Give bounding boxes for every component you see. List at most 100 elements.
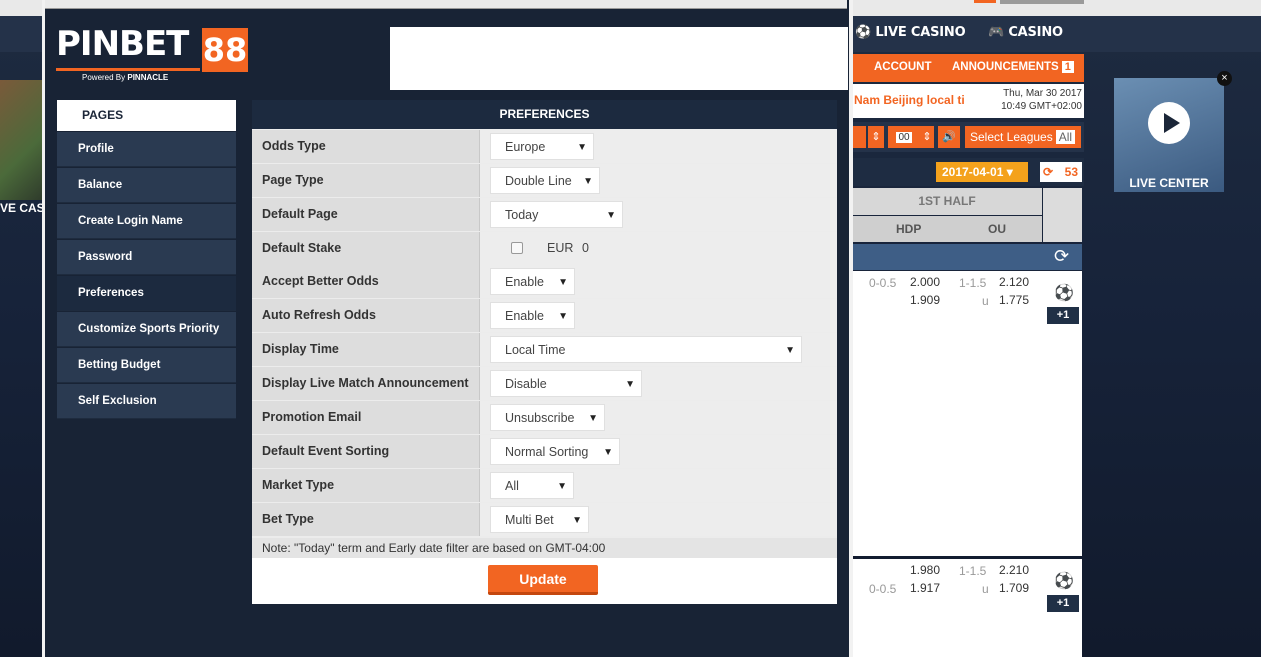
nav-casino[interactable]: 🎮 CASINO	[988, 25, 1063, 40]
gamepad-icon: 🎮	[988, 25, 1009, 40]
default-event-sorting-select[interactable]: Normal Sorting ▼	[490, 438, 620, 465]
select-value: Normal Sorting	[505, 445, 589, 459]
play-icon[interactable]	[1148, 102, 1190, 144]
strip-grey-button[interactable]	[1000, 0, 1084, 4]
announcements-label: ANNOUNCEMENTS	[952, 61, 1059, 73]
promotion-email-select[interactable]: Unsubscribe ▼	[490, 404, 605, 431]
more-markets-button[interactable]: +1	[1047, 595, 1079, 612]
filter-left-button[interactable]	[852, 126, 866, 148]
news-ticker[interactable]: Nam Beijing local ti	[854, 93, 974, 107]
date-filter-note: Note: "Today" term and Early date filter…	[252, 538, 837, 558]
default-stake-checkbox[interactable]	[511, 242, 523, 254]
ou-under-label: u	[982, 294, 989, 308]
strip-orange-button[interactable]	[974, 0, 996, 3]
sort-stepper[interactable]: ⇕	[868, 126, 884, 148]
pref-label: Default Page	[252, 198, 480, 231]
hdp-line: 0-0.5	[869, 276, 897, 290]
bet-type-select[interactable]: Multi Bet ▼	[490, 506, 589, 533]
hdp-odds-home[interactable]: 2.000	[910, 275, 940, 289]
sidebar-item-create-login-name[interactable]: Create Login Name	[57, 204, 236, 239]
header-side-cell	[1043, 188, 1082, 242]
chevron-down-icon: ▼	[557, 481, 567, 492]
auto-refresh-odds-select[interactable]: Enable ▼	[490, 302, 575, 329]
stake-value: 0	[582, 241, 589, 255]
date-dropdown[interactable]: 2017-04-01 ▾	[936, 162, 1028, 182]
chevron-down-icon: ▼	[785, 345, 795, 356]
sidebar-item-profile[interactable]: Profile	[57, 132, 236, 167]
live-casino-thumbnail-label: VE CASI	[0, 201, 49, 215]
pref-row-promotion-email: Promotion Email Unsubscribe ▼	[252, 401, 837, 434]
pref-label: Default Stake	[252, 232, 480, 265]
sidebar-item-customize-sports-priority[interactable]: Customize Sports Priority	[57, 312, 236, 347]
league-bar	[852, 244, 1082, 270]
page-type-select[interactable]: Double Line ▼	[490, 167, 600, 194]
ou-odds-over[interactable]: 2.210	[999, 563, 1029, 577]
pref-row-default-stake: Default Stake EUR 0	[252, 232, 837, 265]
pref-row-display-live-match-announcement: Display Live Match Announcement Disable ▼	[252, 367, 837, 400]
logo: PINBET	[56, 24, 189, 64]
logo-underline	[56, 68, 200, 71]
ou-odds-over[interactable]: 2.120	[999, 275, 1029, 289]
pref-label: Bet Type	[252, 503, 480, 536]
chevron-down-icon: ▾	[1006, 165, 1013, 179]
refresh-icon: ⟳	[1043, 165, 1054, 179]
pref-row-default-page: Default Page Today ▼	[252, 198, 837, 231]
sidebar-item-betting-budget[interactable]: Betting Budget	[57, 348, 236, 383]
close-icon[interactable]: ×	[1217, 71, 1232, 86]
stake-stepper[interactable]: 00	[888, 126, 920, 148]
football-icon: ⚽	[1054, 573, 1074, 590]
hdp-odds-away[interactable]: 1.917	[910, 581, 940, 595]
odds-type-select[interactable]: Europe ▼	[490, 133, 594, 160]
pref-label: Display Live Match Announcement	[252, 367, 480, 400]
display-time-select[interactable]: Local Time ▼	[490, 336, 802, 363]
ou-header: OU	[988, 222, 1006, 236]
stake-currency: EUR	[547, 241, 574, 255]
sound-icon[interactable]: 🔊	[938, 126, 960, 148]
more-markets-button[interactable]: +1	[1047, 307, 1079, 324]
announcements-badge: 1	[1061, 61, 1074, 73]
pref-row-odds-type: Odds Type Europe ▼	[252, 130, 837, 163]
clock: Thu, Mar 30 2017 10:49 GMT+02:00	[992, 87, 1082, 113]
hdp-odds-away[interactable]: 1.909	[910, 293, 940, 307]
clock-date: Thu, Mar 30 2017	[1003, 88, 1082, 99]
sidebar-item-balance[interactable]: Balance	[57, 168, 236, 203]
logo-subtitle: Powered By PINNACLE	[82, 73, 168, 82]
live-center-widget[interactable]	[1114, 78, 1224, 192]
hdp-line: 0-0.5	[869, 582, 897, 596]
ou-under-label: u	[982, 582, 989, 596]
stake-mini-value: 00	[896, 132, 912, 143]
nav-casino-label: CASINO	[1008, 25, 1063, 40]
refresh-icon[interactable]: ⟳	[1054, 246, 1069, 267]
select-value: Multi Bet	[505, 513, 554, 527]
pref-label: Page Type	[252, 164, 480, 197]
pages-sidebar: PAGES Profile Balance Create Login Name …	[57, 100, 236, 420]
sidebar-item-password[interactable]: Password	[57, 240, 236, 275]
account-button[interactable]: ACCOUNT	[874, 61, 932, 73]
update-area: Update	[252, 558, 837, 604]
stake-stepper-arrows[interactable]: ⇕	[920, 126, 934, 148]
chevron-down-icon: ▼	[572, 515, 582, 526]
ou-odds-under[interactable]: 1.775	[999, 293, 1029, 307]
sidebar-item-preferences[interactable]: Preferences	[57, 276, 236, 311]
select-leagues-button[interactable]: Select Leagues All	[965, 126, 1081, 148]
refresh-count-button[interactable]: ⟳ 53	[1040, 162, 1082, 182]
announcements-button[interactable]: ANNOUNCEMENTS 1	[952, 61, 1074, 73]
update-button[interactable]: Update	[488, 565, 598, 595]
pref-row-market-type: Market Type All ▼	[252, 469, 837, 502]
logo-number: 88	[202, 28, 248, 72]
default-page-select[interactable]: Today ▼	[490, 201, 623, 228]
select-value: Enable	[505, 275, 544, 289]
ou-line: 1-1.5	[959, 276, 987, 290]
chevron-down-icon: ▼	[625, 379, 635, 390]
nav-live-casino-label: LIVE CASINO	[875, 25, 966, 40]
ou-line: 1-1.5	[959, 564, 987, 578]
sidebar-item-self-exclusion[interactable]: Self Exclusion	[57, 384, 236, 419]
hdp-odds-home[interactable]: 1.980	[910, 563, 940, 577]
live-casino-thumbnail[interactable]	[0, 80, 44, 200]
pref-label: Display Time	[252, 333, 480, 366]
nav-live-casino[interactable]: ⚽ LIVE CASINO	[855, 25, 966, 40]
display-live-match-announcement-select[interactable]: Disable ▼	[490, 370, 642, 397]
ou-odds-under[interactable]: 1.709	[999, 581, 1029, 595]
market-type-select[interactable]: All ▼	[490, 472, 574, 499]
accept-better-odds-select[interactable]: Enable ▼	[490, 268, 575, 295]
